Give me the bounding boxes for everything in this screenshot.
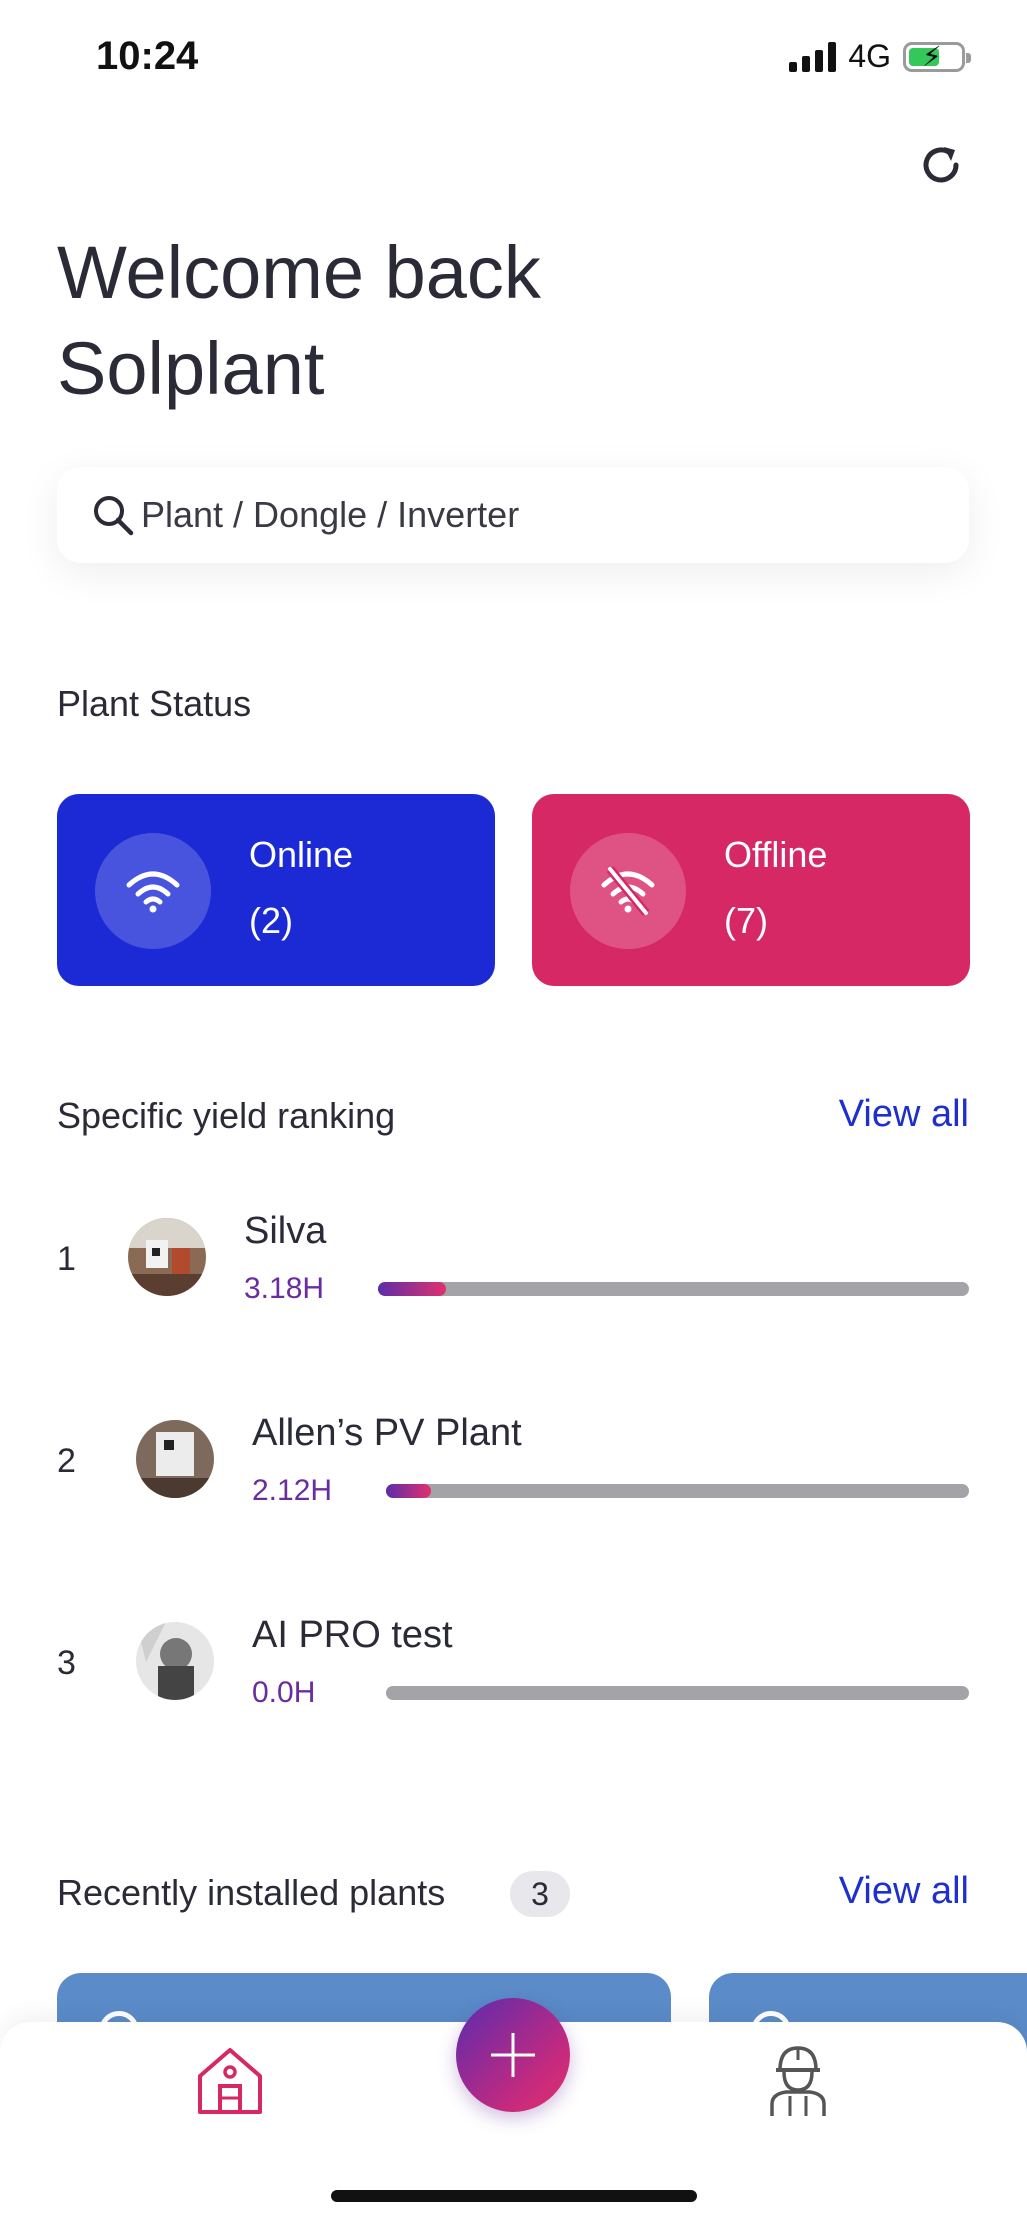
ranking-row[interactable]: 2 Allen’s PV Plant 2.12H [0,1412,1027,1512]
wifi-icon [126,871,180,913]
engineer-icon[interactable] [758,2040,838,2120]
ranking-title: Specific yield ranking [57,1095,396,1136]
yield-bar-fill [386,1484,431,1498]
online-count: (2) [249,900,293,941]
plant-avatar [136,1622,214,1700]
offline-count: (7) [724,900,768,941]
plant-yield: 0.0H [252,1676,316,1709]
rank-number: 2 [57,1442,76,1480]
yield-bar [386,1686,969,1700]
network-type: 4G [848,38,891,74]
home-indicator [331,2190,697,2202]
wifi-off-icon [601,866,655,916]
plant-status-title: Plant Status [57,683,252,724]
yield-bar [378,1282,969,1296]
ranking-row[interactable]: 1 Silva 3.18H [0,1210,1027,1310]
offline-icon-circle [570,833,686,949]
rank-number: 3 [57,1644,76,1682]
rank-number: 1 [57,1240,76,1278]
battery-icon: ⚡ [903,41,971,72]
plant-name: Allen’s PV Plant [252,1412,522,1454]
status-indicators: 4G ⚡ [789,38,971,75]
home-icon[interactable] [190,2040,270,2120]
offline-card[interactable]: Offline (7) [532,794,970,986]
online-label: Online [249,834,354,875]
search-icon [94,496,134,536]
plant-avatar [136,1420,214,1498]
plus-icon [491,2033,535,2077]
plant-avatar [128,1218,206,1296]
plant-yield: 3.18H [244,1272,325,1305]
offline-label: Offline [724,834,828,875]
plant-name: AI PRO test [252,1614,453,1656]
recent-view-all-link[interactable]: View all [839,1870,969,1913]
user-name: Solplant [57,327,325,410]
recent-plants-count-badge: 3 [510,1871,570,1917]
signal-icon [789,41,837,72]
plant-yield: 2.12H [252,1474,333,1507]
welcome-title: Welcome back Solplant [57,225,541,417]
online-card[interactable]: Online (2) [57,794,495,986]
plant-name: Silva [244,1210,327,1252]
yield-bar-fill [378,1282,446,1296]
ranking-view-all-link[interactable]: View all [839,1093,969,1136]
ranking-row[interactable]: 3 AI PRO test 0.0H [0,1614,1027,1714]
search-input[interactable] [141,494,941,536]
refresh-icon[interactable] [916,140,966,190]
recent-plants-title: Recently installed plants [57,1872,446,1913]
yield-bar [386,1484,969,1498]
status-time: 10:24 [96,34,199,78]
online-icon-circle [95,833,211,949]
search-bar[interactable] [57,467,969,563]
add-button[interactable] [456,1998,570,2112]
status-bar: 10:24 4G ⚡ [0,0,1027,120]
welcome-line: Welcome back [57,231,541,314]
